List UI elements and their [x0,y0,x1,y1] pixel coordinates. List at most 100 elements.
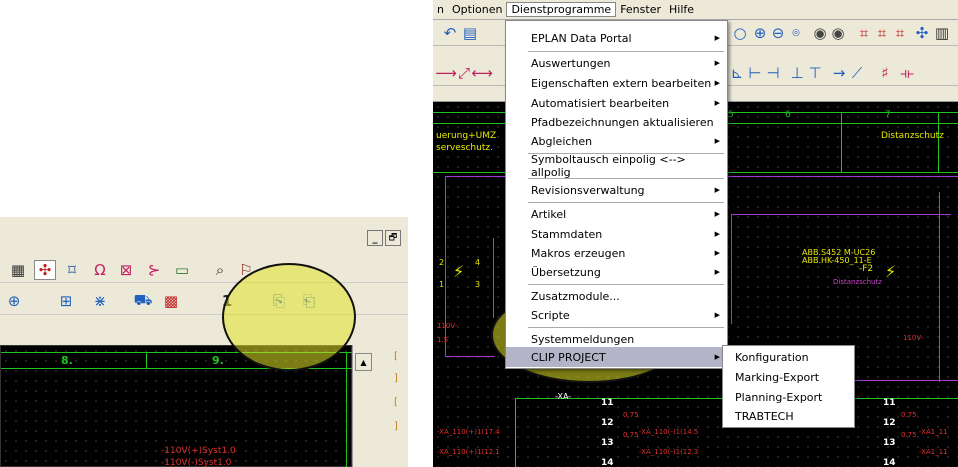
cart-icon[interactable]: ⛟ [132,291,154,311]
undo-icon[interactable]: ↶ [441,23,459,43]
submenu-item-marking-export[interactable]: Marking-Export [723,368,854,387]
submenu-arrow-icon: ▶ [714,186,720,194]
grid-icon-3[interactable]: ⌗ [891,23,909,43]
menu-fragment[interactable]: n [433,3,448,16]
grid-snap-icon[interactable]: ⌗ [855,23,873,43]
scroll-up-arrow-icon[interactable]: ▲ [355,353,372,371]
xa-label: -XA- [555,392,572,401]
palette-icon-1[interactable]: [ [394,351,406,363]
right-110v: 110V- [903,334,924,342]
menu-fenster[interactable]: Fenster [616,3,665,16]
right-palette: [ ] [ ] [394,347,406,467]
menu-item-stammdaten[interactable]: Stammdaten ▶ [506,224,727,244]
ruler-label-7: 7 [885,110,891,120]
submenu-arrow-icon: ▶ [714,268,720,276]
menu-item-automatisiert[interactable]: Automatisiert bearbeiten ▶ [506,93,727,113]
page-icon[interactable]: ▤ [461,23,479,43]
vertical-scrollbar[interactable]: ▲ [352,345,374,467]
palette-icon-3[interactable]: [ [394,397,406,409]
zoom-out-icon[interactable]: ⊖ [769,23,787,43]
submenu-item-trabtech[interactable]: TRABTECH [723,407,854,426]
angle-icon-3[interactable]: ⊣ [765,63,781,83]
menu-item-makros[interactable]: Makros erzeugen ▶ [506,243,727,263]
node-icon[interactable]: ⊕ [4,291,24,311]
palette-icon-2[interactable]: ] [394,373,406,385]
wire-3: -XA_110(-)1(12.3 [639,448,699,456]
pipe-icon[interactable]: ⟛ [899,63,915,83]
connection-icon[interactable]: ⟷ [471,63,493,83]
arrow-icon[interactable]: → [831,63,847,83]
forward-icon[interactable]: ◉ [829,23,847,43]
binoculars-icon[interactable]: ⌕ [210,260,230,280]
terminal-13: 13 [601,438,614,448]
menu-item-pfadbezeichnungen[interactable]: Pfadbezeichnungen aktualisieren [506,112,727,132]
line-icon[interactable]: ⟶ [435,63,457,83]
menu-item-auswertungen[interactable]: Auswertungen ▶ [506,53,727,73]
title-left-2: serveschutz. [436,143,493,153]
hash-icon[interactable]: ♯ [877,63,893,83]
menu-item-clip-project[interactable]: CLIP PROJECT ▶ [506,347,727,367]
terminal-11-right: 11 [883,398,896,408]
angle-icon-2[interactable]: ⊢ [747,63,763,83]
zoom-window-icon[interactable]: ○ [731,23,749,43]
submenu-item-konfiguration[interactable]: Konfiguration [723,348,854,367]
menu-hilfe[interactable]: Hilfe [665,3,698,16]
menu-item-abgleichen[interactable]: Abgleichen ▶ [506,131,727,151]
minimize-button[interactable]: _ [367,230,383,246]
back-icon[interactable]: ◉ [811,23,829,43]
restore-button[interactable]: 🗗 [385,230,401,246]
toolbar-row-1: ▦ ✣ ⌑ Ω ⊠ ⊱ ▭ ⌕ ⚐ [0,257,408,283]
snap-icon[interactable]: ✣ [34,260,56,280]
submenu-item-planning-export[interactable]: Planning-Export [723,388,854,407]
menu-item-systemmeldungen[interactable]: Systemmeldungen [506,329,727,349]
submenu-arrow-icon: ▶ [714,353,720,361]
omega-icon[interactable]: Ω [90,260,110,280]
menu-item-uebersetzung[interactable]: Übersetzung ▶ [506,262,727,282]
palette-icon-4[interactable]: ] [394,421,406,433]
value-1: 0.75 [623,411,639,419]
grid-icon-2[interactable]: ⌗ [873,23,891,43]
title-right: Distanzschutz [881,131,944,141]
tool-icon[interactable]: ⊠ [116,260,136,280]
wire-1: -XA_110(+)1(17.4 [437,428,500,436]
menu-item-revisionsverwaltung[interactable]: Revisionsverwaltung ▶ [506,180,727,200]
menu-optionen[interactable]: Optionen [448,3,506,16]
dienstprogramme-menu: EPLAN Data Portal ▶ Auswertungen ▶ Eigensc… [505,20,728,369]
tee-icon-1[interactable]: ⊥ [789,63,805,83]
ruler-label-5: 5 [728,110,734,120]
more-icon[interactable]: ▥ [933,23,951,43]
frame-icon[interactable]: ⌑ [62,260,82,280]
menu-dienstprogramme[interactable]: Dienstprogramme [506,2,617,17]
submenu-arrow-icon: ▶ [714,79,720,87]
menu-item-scripte[interactable]: Scripte ▶ [506,305,727,325]
menu-item-zusatzmodule[interactable]: Zusatzmodule... [506,286,727,306]
title-left: uerung+UMZ [436,131,497,141]
left-1-5: 1.5 [437,336,449,344]
grid-icon[interactable]: ▦ [8,260,28,280]
menu-item-eplan-data-portal[interactable]: EPLAN Data Portal ▶ [506,28,727,48]
slash-icon[interactable]: ⟋ [849,63,865,83]
highlight-ellipse [222,263,356,371]
image-icon[interactable]: ▭ [170,260,194,280]
wire-2: -XA_110(-)1(14.5 [639,428,699,436]
structure-icon[interactable]: ⋇ [88,291,112,311]
submenu-arrow-icon: ▶ [714,210,720,218]
breaker-symbol-left: ⚡ [453,262,465,281]
wire-label-plus: -110V(+)Syst1.0 [161,446,236,456]
submenu-arrow-icon: ▶ [714,59,720,67]
menu-item-eigenschaften[interactable]: Eigenschaften extern bearbeiten ▶ [506,73,727,93]
angle-icon-1[interactable]: ⊾ [729,63,745,83]
menu-item-artikel[interactable]: Artikel ▶ [506,204,727,224]
ruler-label-6: 6 [785,110,791,120]
device-subtitle: Distanzschutz [833,278,882,286]
submenu-arrow-icon: ▶ [714,34,720,42]
tee-icon-2[interactable]: ⊤ [807,63,823,83]
zoom-in-icon[interactable]: ⊕ [751,23,769,43]
zoom-100-icon[interactable]: ◎ [787,23,805,43]
submenu-arrow-icon: ▶ [714,230,720,238]
snap-icon-2[interactable]: ✣ [913,23,931,43]
layers-icon[interactable]: ▩ [160,291,182,311]
connector-icon[interactable]: ⊱ [144,260,164,280]
menu-item-symboltausch[interactable]: Symboltausch einpolig <--> allpolig [506,153,727,179]
table-icon[interactable]: ⊞ [54,291,78,311]
